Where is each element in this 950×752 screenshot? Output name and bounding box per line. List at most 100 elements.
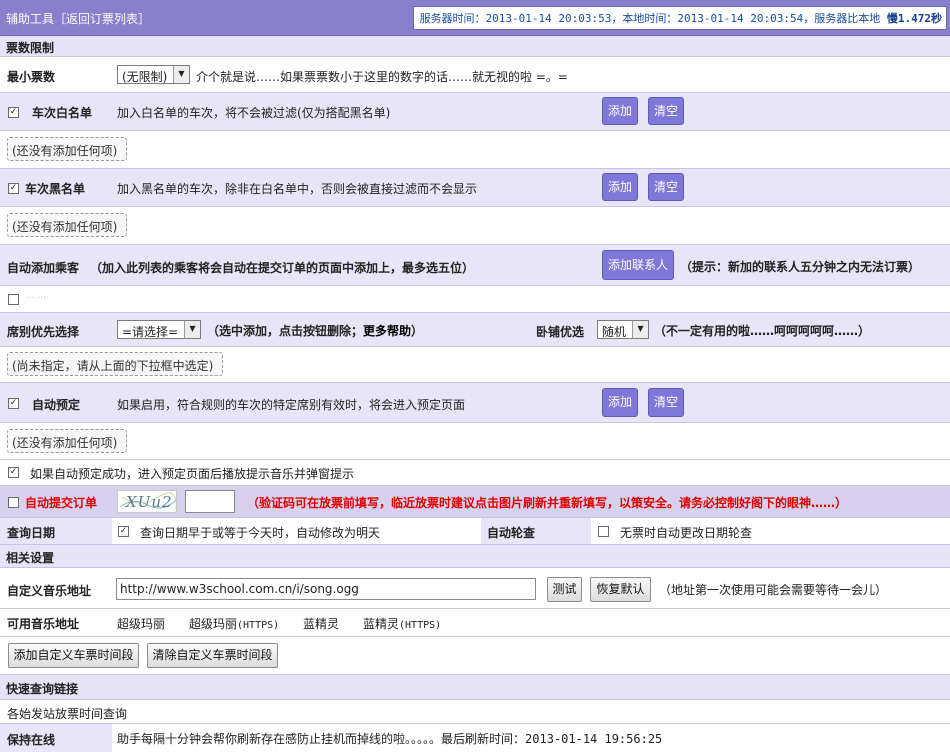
music-url-row: 自定义音乐地址 http://www.w3school.com.cn/i/son… <box>0 568 950 609</box>
section-title: 票数限制 <box>6 41 55 55</box>
help-link[interactable]: 更多帮助 <box>363 324 411 338</box>
music-prompt-checkbox[interactable]: ✓ <box>8 467 19 478</box>
keep-online-desc: 助手每隔十分钟会帮你刷新存在感防止挂机而掉线的啦。。。。。最后刷新时间：2013… <box>117 730 662 747</box>
title-bar: 辅助工具［返回订票列表］ 服务器时间：2013-01-14 20:03:53，本… <box>0 0 950 36</box>
music-url-label: 自定义音乐地址 <box>7 584 92 598</box>
music-option-suffix: (HTTPS) <box>399 620 442 631</box>
passenger-name: ... ... <box>26 291 47 301</box>
auto-reserve-checkbox[interactable]: ✓ <box>8 398 19 409</box>
music-option-name: 超级玛丽 <box>189 617 238 631</box>
seat-empty: (尚未指定，请从上面的下拉框中选定) <box>7 352 223 376</box>
time-buttons-row: 添加自定义车票时间段 清除自定义车票时间段 <box>0 637 950 675</box>
blacklist-clear-button[interactable]: 清空 <box>648 173 684 201</box>
auto-passenger-tip: （提示：新加的联系人五分钟之内无法订票） <box>680 260 921 274</box>
local-time-label: ，本地时间： <box>611 12 678 25</box>
seat-priority-desc-end: ） <box>411 324 424 338</box>
whitelist-empty: (还没有添加任何项) <box>7 137 127 161</box>
music-option-link[interactable]: 蓝精灵(HTTPS) <box>363 615 441 632</box>
auto-reserve-clear-button[interactable]: 清空 <box>648 388 684 417</box>
music-option-link[interactable]: 蓝精灵 <box>303 615 339 632</box>
blacklist-add-button[interactable]: 添加 <box>602 173 638 201</box>
page-title[interactable]: 辅助工具［返回订票列表］ <box>6 10 150 27</box>
quick-link-row: 各始发站放票时间查询 <box>0 700 950 724</box>
captcha-text: XUu2 <box>126 493 173 511</box>
local-time: 2013-01-14 20:03:54 <box>677 12 804 25</box>
music-option-link[interactable]: 超级玛丽 <box>117 615 165 632</box>
section-quick-links: 快速查询链接 <box>0 675 950 700</box>
seat-list-row: (尚未指定，请从上面的下拉框中选定) <box>0 347 950 383</box>
passenger-list-row: ... ... <box>0 286 950 313</box>
blacklist-checkbox[interactable]: ✓ <box>8 183 19 194</box>
music-test-button[interactable]: 测试 <box>547 577 582 602</box>
auto-reserve-row: ✓ 自动预定 如果启用，符合规则的车次的特定席别有效时，将会进入预定页面 添加 … <box>0 383 950 423</box>
add-time-range-button[interactable]: 添加自定义车票时间段 <box>8 643 139 668</box>
berth-label: 卧铺优选 <box>536 325 585 339</box>
last-refresh-time: 2013-01-14 19:56:25 <box>525 732 663 746</box>
auto-reserve-add-button[interactable]: 添加 <box>602 388 638 417</box>
auto-passenger-desc: （加入此列表的乘客将会自动在提交订单的页面中添加上，最多选五位） <box>90 261 475 275</box>
compare-label: ，服务器比本地 <box>803 12 881 25</box>
auto-reserve-label: 自动预定 <box>32 398 81 412</box>
berth-desc: （不一定有用的啦……呵呵呵呵呵……） <box>654 324 871 338</box>
whitelist-list-row: (还没有添加任何项) <box>0 131 950 169</box>
release-time-link[interactable]: 各始发站放票时间查询 <box>7 705 127 722</box>
music-option-suffix: (HTTPS) <box>237 620 280 631</box>
whitelist-add-button[interactable]: 添加 <box>602 97 638 125</box>
seat-priority-desc-text: （选中添加，点击按钮删除； <box>207 324 364 338</box>
auto-submit-checkbox[interactable] <box>8 497 19 508</box>
server-time-box: 服务器时间：2013-01-14 20:03:53，本地时间：2013-01-1… <box>412 6 947 30</box>
blacklist-row: ✓ 车次黑名单 加入黑名单的车次，除非在白名单中，否则会被直接过滤而不会显示 添… <box>0 169 950 207</box>
chevron-down-icon: ▼ <box>184 321 200 338</box>
music-restore-button[interactable]: 恢复默认 <box>590 577 651 602</box>
blacklist-desc: 加入黑名单的车次，除非在白名单中，否则会被直接过滤而不会显示 <box>117 182 478 196</box>
select-value: 随机 <box>602 325 627 339</box>
auto-passenger-label: 自动添加乘客 <box>7 261 80 275</box>
music-option-name: 超级玛丽 <box>117 617 166 631</box>
auto-reserve-desc: 如果启用，符合规则的车次的特定席别有效时，将会进入预定页面 <box>117 398 466 412</box>
min-tickets-select[interactable]: (无限制) ▼ <box>117 65 190 84</box>
whitelist-desc: 加入白名单的车次，将不会被过滤(仅为搭配黑名单) <box>117 106 391 120</box>
auto-poll-desc: 无票时自动更改日期轮查 <box>620 526 753 540</box>
music-url-input[interactable]: http://www.w3school.com.cn/i/song.ogg <box>116 578 536 600</box>
min-tickets-label: 最小票数 <box>7 70 56 84</box>
query-date-desc: 查询日期早于或等于今天时，自动修改为明天 <box>140 526 381 540</box>
chevron-down-icon: ▼ <box>632 321 648 338</box>
section-title: 相关设置 <box>6 551 55 565</box>
seat-select[interactable]: =请选择= ▼ <box>117 320 201 339</box>
blacklist-label: 车次黑名单 <box>25 182 86 196</box>
music-prompt-row: ✓ 如果自动预定成功，进入预定页面后播放提示音乐并弹窗提示 <box>0 460 950 486</box>
passenger-checkbox[interactable] <box>8 294 19 305</box>
whitelist-row: ✓ 车次白名单 加入白名单的车次，将不会被过滤(仅为搭配黑名单) 添加 清空 <box>0 93 950 131</box>
seat-priority-row: 席别优先选择 =请选择= ▼ （选中添加，点击按钮删除；更多帮助） 卧铺优选 随… <box>0 313 950 347</box>
auto-poll-checkbox[interactable] <box>598 526 609 537</box>
captcha-input[interactable] <box>185 490 235 513</box>
add-contact-button[interactable]: 添加联系人 <box>602 250 674 280</box>
time-diff: 慢1.472秒 <box>886 12 942 25</box>
music-prompt-label: 如果自动预定成功，进入预定页面后播放提示音乐并弹窗提示 <box>30 467 355 481</box>
section-title: 快速查询链接 <box>6 682 79 696</box>
auto-passenger-row: 自动添加乘客 （加入此列表的乘客将会自动在提交订单的页面中添加上，最多选五位） … <box>0 245 950 286</box>
berth-select[interactable]: 随机 ▼ <box>597 320 649 339</box>
captcha-image[interactable]: XUu2 <box>117 490 177 513</box>
query-date-row: 查询日期 ✓ 查询日期早于或等于今天时，自动修改为明天 自动轮查 无票时自动更改… <box>0 518 950 545</box>
blacklist-list-row: (还没有添加任何项) <box>0 207 950 245</box>
blacklist-empty: (还没有添加任何项) <box>7 213 127 237</box>
music-hint: （地址第一次使用可能会需要等待一会儿） <box>659 583 888 597</box>
server-time-label: 服务器时间： <box>419 12 486 25</box>
whitelist-checkbox[interactable]: ✓ <box>8 107 19 118</box>
query-date-label: 查询日期 <box>7 526 56 540</box>
query-date-checkbox[interactable]: ✓ <box>118 526 129 537</box>
seat-priority-desc: （选中添加，点击按钮删除；更多帮助） <box>207 322 423 339</box>
auto-submit-row: 自动提交订单 XUu2 （验证码可在放票前填写，临近放票时建议点击图片刷新并重新… <box>0 486 950 518</box>
section-related: 相关设置 <box>0 545 950 568</box>
auto-poll-label: 自动轮查 <box>487 526 536 540</box>
music-option-link[interactable]: 超级玛丽(HTTPS) <box>189 615 279 632</box>
auto-submit-label: 自动提交订单 <box>25 496 98 510</box>
available-music-row: 可用音乐地址 超级玛丽 超级玛丽(HTTPS) 蓝精灵 蓝精灵(HTTPS) <box>0 609 950 637</box>
clear-time-range-button[interactable]: 清除自定义车票时间段 <box>147 643 278 668</box>
auto-submit-warning: （验证码可在放票前填写，临近放票时建议点击图片刷新并重新填写，以策安全。请务必控… <box>247 496 848 510</box>
select-value: (无限制) <box>122 70 168 84</box>
available-music-label: 可用音乐地址 <box>7 617 80 631</box>
whitelist-clear-button[interactable]: 清空 <box>648 97 684 125</box>
select-value: =请选择= <box>122 325 179 339</box>
